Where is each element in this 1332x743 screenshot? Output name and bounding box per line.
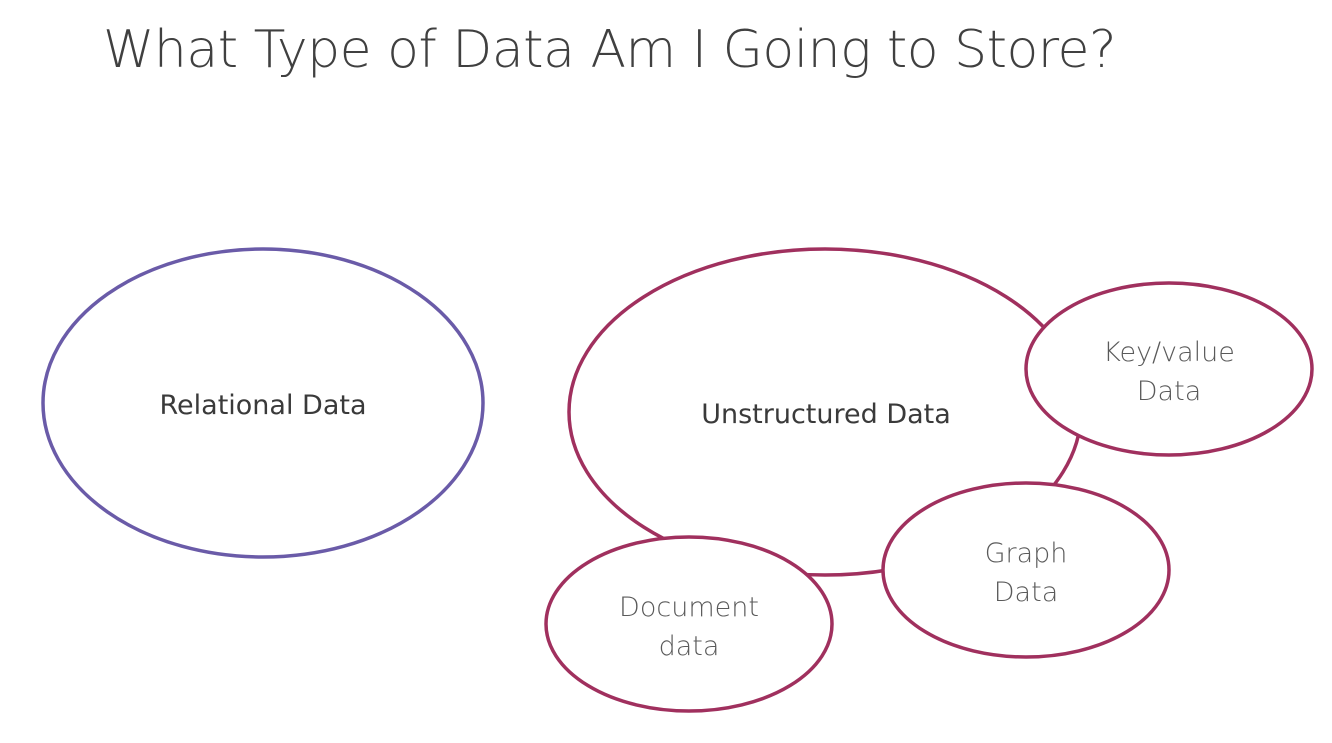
document-data-node: Document data <box>544 535 834 713</box>
document-data-ellipse <box>544 535 834 713</box>
relational-data-label: Relational Data <box>159 390 366 421</box>
key-value-data-label-line1: Key/value <box>1103 337 1235 368</box>
graph-data-label-line2: Data <box>994 577 1058 608</box>
key-value-data-label-line2: Data <box>1137 376 1201 407</box>
key-value-data-ellipse <box>1024 281 1314 457</box>
graph-data-ellipse <box>881 481 1171 659</box>
relational-data-node: Relational Data <box>41 247 485 559</box>
data-type-diagram: Relational Data Unstructured Data Key/va… <box>41 247 1314 713</box>
document-data-label-line2: data <box>659 631 720 662</box>
graph-data-node: Graph Data <box>881 481 1171 659</box>
document-data-label-line1: Document <box>619 592 759 623</box>
graph-data-label-line1: Graph <box>985 538 1068 569</box>
key-value-data-node: Key/value Data <box>1024 281 1314 457</box>
unstructured-data-label: Unstructured Data <box>701 399 951 430</box>
